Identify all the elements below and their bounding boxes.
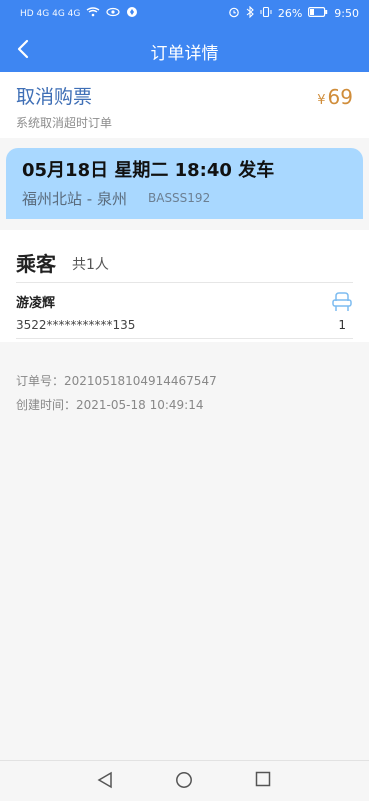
nav-back-button[interactable] bbox=[96, 771, 114, 789]
passenger-name: 游凌辉 bbox=[16, 296, 56, 311]
seat-number: 1 bbox=[338, 318, 346, 332]
currency-symbol: ¥ bbox=[317, 93, 326, 108]
nav-home-button[interactable] bbox=[175, 771, 193, 789]
trip-card: 05月18日 星期二 18:40 发车 福州北站 - 泉州 BASSS192 bbox=[6, 148, 363, 219]
order-info: 订单号：20210518104914467547 创建时间：2021-05-18… bbox=[0, 352, 369, 412]
status-right: 26% 9:50 bbox=[228, 5, 359, 21]
seat-icon bbox=[330, 290, 354, 314]
order-number-label: 订单号： bbox=[16, 374, 65, 388]
square-recent-icon bbox=[255, 771, 271, 787]
nav-recent-button[interactable] bbox=[255, 771, 271, 787]
circle-home-icon bbox=[176, 772, 192, 788]
battery-icon bbox=[308, 7, 328, 20]
passengers-title: 乘客 bbox=[16, 252, 56, 276]
created-time-label: 创建时间： bbox=[16, 398, 77, 412]
passenger-id: 3522***********135 bbox=[16, 318, 136, 332]
status-left: HD 4G 4G 4G bbox=[20, 6, 138, 21]
passengers-section: 乘客 共1人 游凌辉 3522***********135 1 bbox=[0, 230, 369, 342]
order-number-line: 订单号：20210518104914467547 bbox=[16, 372, 217, 389]
passengers-count: 共1人 bbox=[72, 257, 109, 273]
page-title: 订单详情 bbox=[150, 44, 219, 64]
clock-time: 9:50 bbox=[334, 7, 359, 20]
wifi-icon bbox=[86, 7, 100, 20]
signal-indicators: HD 4G 4G 4G bbox=[20, 8, 81, 19]
price-amount: 69 bbox=[327, 85, 353, 109]
cancel-title: 取消购票 bbox=[16, 86, 93, 108]
triangle-back-icon bbox=[97, 771, 112, 789]
order-price: ¥69 bbox=[317, 85, 353, 109]
vpn-icon bbox=[126, 6, 138, 21]
app-header: 订单详情 bbox=[0, 28, 369, 72]
alarm-icon bbox=[228, 6, 240, 21]
created-time-line: 创建时间：2021-05-18 10:49:14 bbox=[16, 396, 203, 413]
trip-route: 福州北站 - 泉州 bbox=[22, 190, 127, 208]
vibrate-icon bbox=[260, 6, 272, 21]
trip-datetime: 05月18日 星期二 18:40 发车 bbox=[22, 160, 275, 181]
cancel-reason: 系统取消超时订单 bbox=[16, 116, 113, 130]
bluetooth-icon bbox=[246, 5, 254, 21]
status-bar: HD 4G 4G 4G 26% 9:50 bbox=[0, 0, 369, 28]
cancel-status-section: 取消购票 系统取消超时订单 ¥69 bbox=[0, 72, 369, 138]
created-time: 2021-05-18 10:49:14 bbox=[76, 398, 204, 412]
order-number: 20210518104914467547 bbox=[64, 374, 217, 388]
battery-percent: 26% bbox=[277, 7, 303, 20]
row-divider bbox=[16, 338, 353, 339]
system-navbar bbox=[0, 760, 369, 801]
eye-icon bbox=[106, 7, 120, 20]
section-divider bbox=[16, 282, 353, 283]
trip-code: BASSS192 bbox=[148, 191, 211, 205]
